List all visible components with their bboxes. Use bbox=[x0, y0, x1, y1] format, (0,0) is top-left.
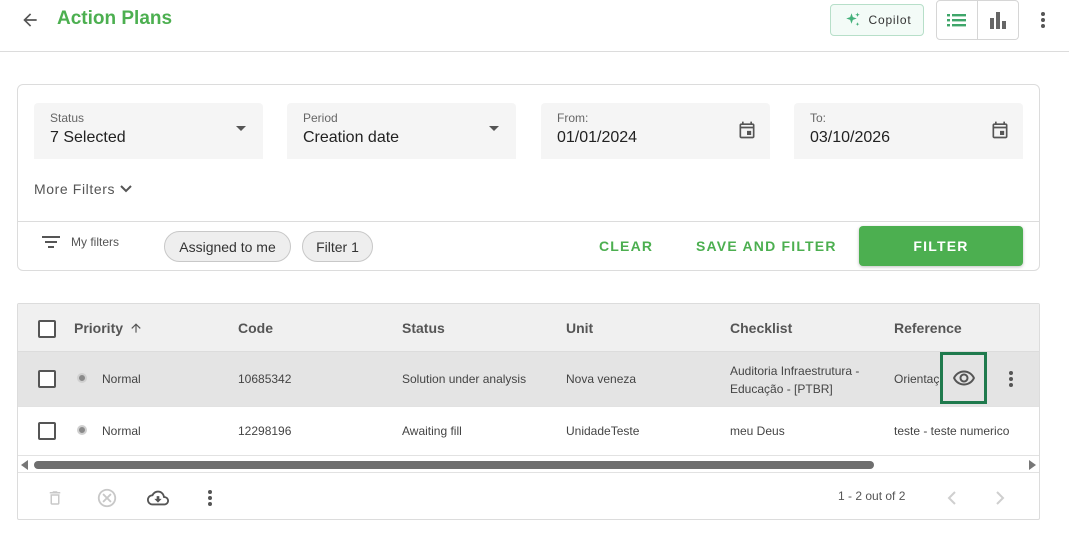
cell-unit: Nova veneza bbox=[566, 372, 637, 386]
from-label: From: bbox=[557, 111, 589, 125]
period-select[interactable]: Period Creation date bbox=[287, 103, 516, 159]
cell-checklist: meu Deus bbox=[730, 424, 785, 438]
period-label: Period bbox=[303, 111, 338, 125]
chevron-down-icon bbox=[489, 126, 499, 131]
pagination-info: 1 - 2 out of 2 bbox=[838, 489, 906, 503]
prev-page-button[interactable] bbox=[939, 485, 965, 511]
bar-chart-icon bbox=[990, 12, 1006, 29]
priority-indicator bbox=[77, 373, 87, 383]
my-filters-label: My filters bbox=[71, 235, 119, 249]
filter-button[interactable]: FILTER bbox=[859, 226, 1023, 266]
horizontal-scrollbar[interactable] bbox=[18, 456, 1039, 472]
cell-checklist-line1: Auditoria Infraestrutura - bbox=[730, 364, 860, 378]
more-filters-label: More Filters bbox=[34, 181, 116, 197]
sparkle-icon bbox=[845, 12, 860, 26]
cancel-button[interactable] bbox=[94, 485, 120, 511]
to-value: 03/10/2026 bbox=[810, 129, 891, 146]
from-date-field[interactable]: From: 01/01/2024 bbox=[541, 103, 770, 159]
more-options-button[interactable] bbox=[1033, 8, 1053, 32]
chevron-left-icon bbox=[947, 491, 956, 505]
to-label: To: bbox=[810, 111, 827, 125]
status-select[interactable]: Status 7 Selected bbox=[34, 103, 263, 159]
more-vert-icon bbox=[1009, 371, 1013, 387]
priority-indicator bbox=[77, 425, 87, 435]
save-and-filter-button[interactable]: SAVE AND FILTER bbox=[696, 238, 837, 254]
more-filters-button[interactable]: More Filters bbox=[34, 181, 133, 197]
panel-divider bbox=[18, 221, 1039, 222]
calendar-icon[interactable] bbox=[990, 120, 1010, 140]
column-status[interactable]: Status bbox=[402, 320, 445, 336]
table-row[interactable]: Normal 10685342 Solution under analysis … bbox=[18, 352, 1039, 407]
to-date-field[interactable]: To: 03/10/2026 bbox=[794, 103, 1023, 159]
status-value: 7 Selected bbox=[50, 129, 126, 146]
column-unit[interactable]: Unit bbox=[566, 320, 593, 336]
filter-list-icon bbox=[42, 236, 60, 248]
chevron-right-icon bbox=[996, 491, 1005, 505]
download-button[interactable] bbox=[145, 485, 171, 511]
select-all-checkbox[interactable] bbox=[38, 320, 56, 338]
table-footer: 1 - 2 out of 2 bbox=[18, 472, 1039, 519]
cell-unit: UnidadeTeste bbox=[566, 424, 640, 438]
row-more-button[interactable] bbox=[1003, 367, 1019, 391]
trash-icon bbox=[49, 491, 61, 505]
chevron-down-icon bbox=[120, 185, 132, 193]
period-value: Creation date bbox=[303, 129, 400, 146]
chip-assigned-to-me[interactable]: Assigned to me bbox=[164, 231, 291, 262]
delete-button[interactable] bbox=[42, 485, 68, 511]
row-checkbox[interactable] bbox=[38, 422, 56, 440]
action-plans-table: Priority Code Status Unit Checklist Refe… bbox=[17, 303, 1040, 520]
more-vert-icon bbox=[1041, 12, 1045, 28]
cell-code: 10685342 bbox=[238, 372, 292, 386]
filter-panel: Status 7 Selected Period Creation date F… bbox=[17, 84, 1040, 271]
my-filters-button[interactable]: My filters bbox=[41, 235, 119, 249]
arrow-up-icon bbox=[131, 323, 141, 333]
cell-checklist: Auditoria Infraestrutura - Educação - [P… bbox=[730, 362, 859, 398]
back-arrow-icon bbox=[23, 13, 37, 27]
column-priority-label: Priority bbox=[74, 320, 124, 336]
cell-status: Solution under analysis bbox=[402, 372, 527, 386]
cell-code: 12298196 bbox=[238, 424, 292, 438]
next-page-button[interactable] bbox=[987, 485, 1013, 511]
column-priority[interactable]: Priority bbox=[74, 320, 143, 336]
status-label: Status bbox=[50, 111, 85, 125]
footer-more-button[interactable] bbox=[197, 485, 223, 511]
scroll-right-icon[interactable] bbox=[1028, 460, 1036, 470]
list-view-icon bbox=[947, 14, 966, 27]
cancel-circle-icon bbox=[97, 488, 117, 508]
copilot-button[interactable]: Copilot bbox=[830, 4, 924, 36]
more-vert-icon bbox=[208, 490, 212, 506]
view-button[interactable] bbox=[940, 352, 987, 404]
eye-icon bbox=[952, 370, 975, 386]
column-code[interactable]: Code bbox=[238, 320, 273, 336]
app-header: Action Plans Copilot bbox=[0, 0, 1069, 52]
cell-reference: teste - teste numerico bbox=[894, 424, 1010, 438]
back-button[interactable] bbox=[16, 8, 44, 32]
column-checklist[interactable]: Checklist bbox=[730, 320, 792, 336]
list-view-button[interactable] bbox=[937, 1, 977, 39]
table-row[interactable]: Normal 12298196 Awaiting fill UnidadeTes… bbox=[18, 407, 1039, 456]
cell-reference: Orientaç bbox=[894, 372, 940, 386]
copilot-label: Copilot bbox=[868, 13, 912, 27]
cell-priority: Normal bbox=[102, 424, 141, 438]
cell-checklist-line2: Educação - [PTBR] bbox=[730, 382, 833, 396]
from-value: 01/01/2024 bbox=[557, 129, 638, 146]
page-title: Action Plans bbox=[57, 8, 173, 29]
clear-button[interactable]: CLEAR bbox=[599, 238, 653, 254]
chart-view-button[interactable] bbox=[977, 1, 1018, 39]
row-checkbox[interactable] bbox=[38, 370, 56, 388]
cell-status: Awaiting fill bbox=[402, 424, 462, 438]
cloud-download-icon bbox=[147, 490, 169, 506]
cell-priority: Normal bbox=[102, 372, 141, 386]
scrollbar-thumb[interactable] bbox=[34, 461, 874, 469]
view-toggle bbox=[936, 0, 1019, 40]
table-header: Priority Code Status Unit Checklist Refe… bbox=[18, 304, 1039, 352]
column-reference[interactable]: Reference bbox=[894, 320, 962, 336]
scroll-left-icon[interactable] bbox=[21, 460, 29, 470]
chip-filter-1[interactable]: Filter 1 bbox=[302, 231, 373, 262]
chevron-down-icon bbox=[236, 126, 246, 131]
calendar-icon[interactable] bbox=[737, 120, 757, 140]
